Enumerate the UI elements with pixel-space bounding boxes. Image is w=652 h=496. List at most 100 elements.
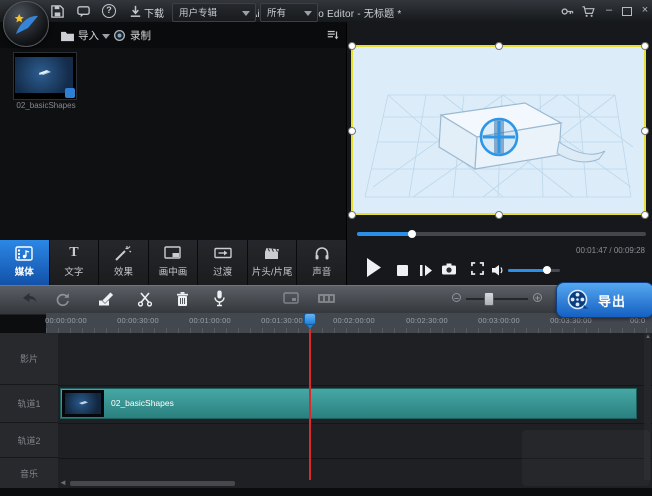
selection-handle-top-center[interactable] — [495, 42, 503, 50]
split-button[interactable] — [137, 291, 153, 312]
help-button[interactable]: ? — [102, 4, 116, 18]
edit-pencil-icon — [98, 291, 115, 307]
media-icon — [15, 245, 33, 262]
store-button[interactable] — [581, 4, 596, 19]
key-icon — [560, 4, 575, 19]
delete-button[interactable] — [175, 291, 190, 312]
media-clip-badge-icon — [65, 88, 75, 98]
play-button[interactable] — [366, 258, 381, 282]
track-separator — [58, 385, 652, 386]
tab-media[interactable]: 媒体 — [0, 240, 50, 285]
ruler-label-6: 00:03:00:00 — [463, 316, 535, 325]
timeline-clip-thumb — [62, 390, 104, 417]
record-button[interactable]: 录制 — [130, 28, 151, 43]
preview-canvas[interactable] — [351, 45, 646, 215]
zoom-in-button[interactable]: + — [533, 293, 542, 302]
feedback-button[interactable] — [76, 4, 91, 19]
selection-handle-bottom-right[interactable] — [641, 211, 649, 219]
timeline-zoom-knob[interactable] — [484, 292, 494, 306]
tab-text[interactable]: T 文字 — [50, 240, 100, 285]
sort-button[interactable] — [326, 28, 340, 47]
app-window: ? 下载 Aimersoft Video Editor - 无标题 * – × … — [0, 0, 652, 496]
save-button[interactable] — [50, 4, 65, 19]
volume-knob[interactable] — [543, 266, 551, 274]
selection-handle-top-right[interactable] — [641, 42, 649, 50]
stop-button[interactable] — [397, 263, 408, 281]
filmstrip-button[interactable] — [318, 292, 335, 310]
track-header-track1: 轨道1 — [0, 385, 58, 423]
minimize-icon: – — [606, 4, 612, 16]
selection-handle-bottom-left[interactable] — [348, 211, 356, 219]
timeline-zoom-slider[interactable] — [466, 298, 528, 300]
redo-button[interactable] — [54, 291, 70, 312]
horizontal-scrollbar-thumb[interactable] — [70, 481, 235, 486]
timeline-clip[interactable]: 02_basicShapes — [60, 388, 637, 419]
clapperboard-icon — [263, 245, 281, 262]
playback-progress-bar[interactable] — [357, 232, 646, 236]
register-button[interactable] — [560, 4, 575, 19]
tab-intro-credit-label: 片头/片尾 — [248, 264, 297, 278]
track-label-track2: 轨道2 — [17, 434, 40, 447]
tab-media-label: 媒体 — [0, 264, 49, 278]
playhead-handle[interactable] — [304, 313, 316, 325]
snapshot-button[interactable] — [442, 262, 456, 280]
media-clip-thumbnail[interactable] — [13, 52, 77, 100]
tab-sound[interactable]: 声音 — [297, 240, 346, 285]
help-icon: ? — [106, 5, 112, 15]
picture-in-picture-icon — [164, 245, 182, 262]
microphone-icon — [212, 290, 227, 307]
selection-handle-mid-left[interactable] — [348, 127, 356, 135]
import-button[interactable]: 导入 — [78, 28, 99, 43]
scissors-icon — [137, 291, 153, 307]
tab-intro-credit[interactable]: 片头/片尾 — [248, 240, 298, 285]
track-header-movie: 影片 — [0, 333, 58, 385]
filmstrip-icon — [318, 292, 335, 305]
track-label-music: 音乐 — [20, 467, 38, 480]
undo-button[interactable] — [20, 291, 37, 312]
playhead-line[interactable] — [309, 329, 311, 480]
media-toolbar — [0, 22, 346, 48]
tab-effects[interactable]: 效果 — [99, 240, 149, 285]
track-header-track2: 轨道2 — [0, 423, 58, 458]
edit-button[interactable] — [98, 291, 115, 312]
export-button[interactable]: 导出 — [556, 282, 652, 318]
panel-tabs: 媒体 T 文字 效果 画中画 — [0, 240, 346, 285]
zoom-out-button[interactable]: – — [452, 293, 461, 302]
playback-progress-knob[interactable] — [408, 230, 416, 238]
playhead-pointer-icon — [307, 325, 313, 329]
album-dropdown-caret-icon — [242, 11, 250, 16]
timeline-clip-label: 02_basicShapes — [111, 398, 174, 408]
sort-icon — [326, 28, 340, 42]
fullscreen-button[interactable] — [471, 262, 484, 280]
selection-handle-bottom-center[interactable] — [495, 211, 503, 219]
filter-dropdown[interactable]: 所有 — [260, 3, 318, 22]
window-bottom-edge — [0, 488, 652, 496]
close-button[interactable]: × — [637, 3, 652, 19]
scene-detect-button[interactable] — [283, 292, 299, 310]
scroll-up-icon[interactable]: ▲ — [645, 334, 651, 340]
selection-handle-mid-right[interactable] — [641, 127, 649, 135]
record-voiceover-button[interactable] — [212, 290, 227, 312]
minimize-button[interactable]: – — [601, 3, 617, 19]
track-label-track1: 轨道1 — [17, 397, 40, 410]
album-dropdown[interactable]: 用户专辑 — [172, 3, 256, 22]
maximize-button[interactable] — [622, 7, 632, 16]
save-icon — [50, 4, 65, 19]
tab-transitions[interactable]: 过渡 — [198, 240, 248, 285]
export-label: 导出 — [598, 291, 626, 310]
selection-handle-top-left[interactable] — [348, 42, 356, 50]
tab-sound-label: 声音 — [297, 264, 346, 278]
track-separator — [58, 423, 652, 424]
import-caret-icon[interactable] — [102, 34, 110, 39]
download-button[interactable] — [128, 4, 143, 19]
tab-pip[interactable]: 画中画 — [149, 240, 199, 285]
redo-icon — [54, 291, 70, 307]
film-reel-icon — [567, 289, 589, 311]
filter-dropdown-caret-icon — [304, 11, 312, 16]
volume-button[interactable] — [492, 263, 504, 281]
record-icon — [113, 29, 126, 47]
volume-slider[interactable] — [508, 269, 560, 272]
step-forward-button[interactable] — [420, 263, 432, 281]
fullscreen-icon — [471, 262, 484, 275]
scroll-left-icon[interactable]: ◄ — [59, 478, 67, 487]
